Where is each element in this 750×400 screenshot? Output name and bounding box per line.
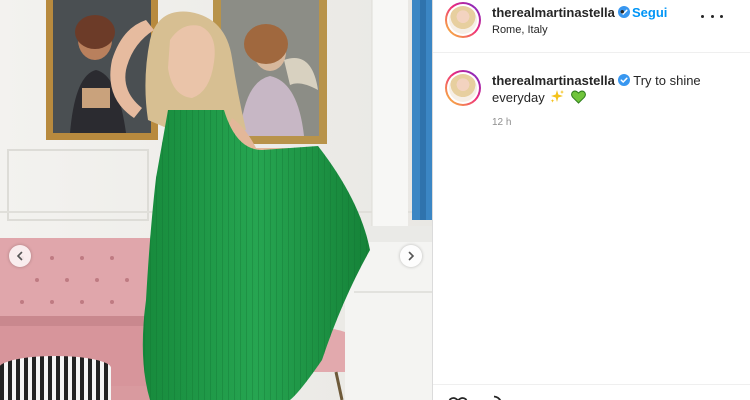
caption: therealmartinastella Try to shine everyd…	[433, 53, 750, 143]
more-options-icon[interactable]	[701, 10, 723, 22]
chevron-left-icon	[16, 251, 23, 261]
verified-badge-icon	[617, 74, 630, 86]
post-timestamp[interactable]: 12 h	[492, 117, 511, 128]
post-image	[0, 0, 432, 400]
follow-button[interactable]: Segui	[632, 5, 667, 20]
post-photo[interactable]	[0, 0, 432, 400]
separator-dot: •	[620, 4, 625, 19]
post-header: therealmartinastella • Segui Rome, Italy	[433, 0, 750, 52]
comment-icon[interactable]	[483, 394, 505, 400]
carousel-prev-button[interactable]	[9, 245, 31, 267]
caption-text-block: therealmartinastella Try to shine everyd…	[492, 72, 712, 106]
green-heart-icon	[571, 90, 586, 104]
action-bar	[433, 384, 750, 400]
carousel-next-button[interactable]	[400, 245, 422, 267]
chevron-right-icon	[408, 251, 415, 261]
sparkles-icon	[551, 90, 565, 103]
username-text[interactable]: therealmartinastella	[492, 5, 615, 20]
avatar[interactable]	[445, 70, 481, 106]
caption-username[interactable]: therealmartinastella	[492, 73, 615, 88]
header-username[interactable]: therealmartinastella	[492, 5, 630, 20]
post-side-panel: therealmartinastella • Segui Rome, Italy…	[433, 0, 750, 400]
actions-divider	[433, 384, 750, 385]
avatar[interactable]	[445, 2, 481, 38]
heart-icon[interactable]	[447, 394, 469, 400]
location-link[interactable]: Rome, Italy	[492, 24, 548, 36]
